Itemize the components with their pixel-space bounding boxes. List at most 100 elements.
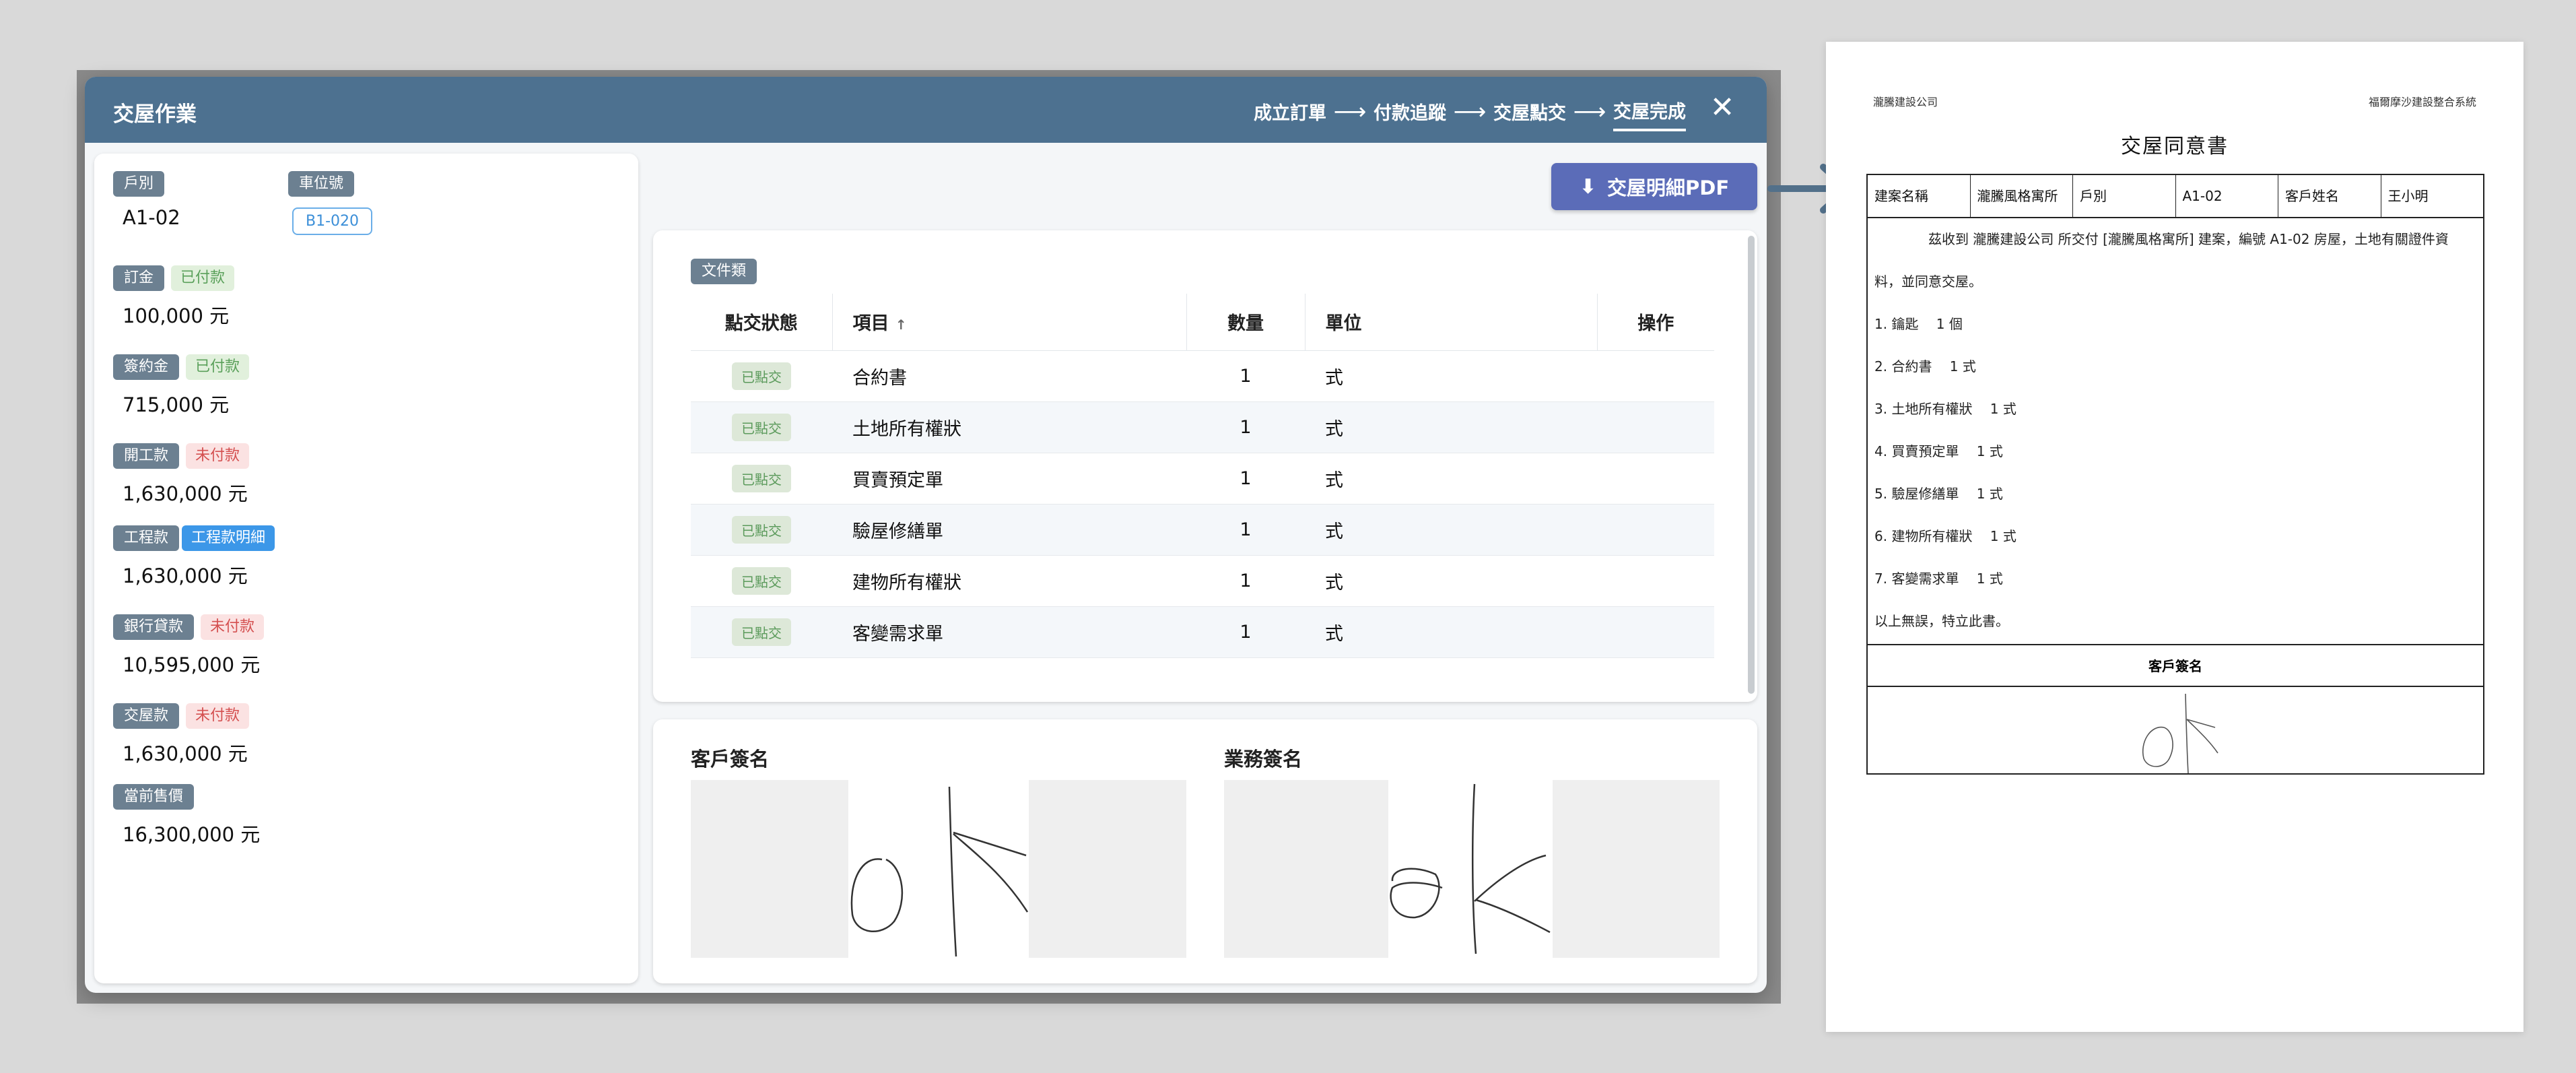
status-badge: 已點交 bbox=[732, 566, 791, 595]
table-row: 已點交 客變需求單 1 式 bbox=[691, 606, 1714, 658]
status-badge: 已點交 bbox=[732, 413, 791, 441]
item-name: 客變需求單 bbox=[832, 606, 1186, 658]
document-closing: 以上無誤，特立此書。 bbox=[1874, 613, 2009, 629]
col-header-unit[interactable]: 單位 bbox=[1304, 294, 1597, 351]
col-header-item-label: 項目 bbox=[852, 313, 889, 335]
document-frame: 建案名稱 瀧騰風格寓所 戶別 A1-02 客戶姓名 王小明 茲收到 瀧騰建設公司… bbox=[1866, 174, 2484, 775]
sales-signature-pad[interactable] bbox=[1224, 780, 1720, 958]
scrollbar[interactable] bbox=[1748, 236, 1755, 694]
parking-code[interactable]: B1-020 bbox=[292, 207, 373, 235]
unit-label: 戶別 bbox=[113, 171, 165, 197]
payment-label: 訂金 bbox=[113, 265, 165, 291]
signature-card: 客戶簽名 業務簽名 bbox=[653, 719, 1757, 983]
payment-construction: 工程款 工程款明細 1,630,000 元 bbox=[113, 525, 275, 589]
col-header-item[interactable]: 項目 ↑ bbox=[832, 294, 1186, 351]
document-body: 茲收到 瀧騰建設公司 所交付 [瀧騰風格寓所] 建案，編號 A1-02 房屋，土… bbox=[1874, 218, 2478, 643]
item-name: 土地所有權狀 bbox=[832, 401, 1186, 453]
item-name: 合約書 bbox=[832, 350, 1186, 402]
item-actions bbox=[1597, 555, 1714, 607]
document-title: 交屋同意書 bbox=[2121, 135, 2229, 158]
document-item: 1. 鑰匙 1 個 bbox=[1874, 316, 1963, 332]
status-badge: 已點交 bbox=[732, 464, 791, 492]
payment-label: 銀行貸款 bbox=[113, 614, 195, 640]
document-company: 瀧騰建設公司 bbox=[1873, 96, 1938, 108]
parking-label: 車位號 bbox=[288, 171, 355, 197]
document-intro-cont: 料，並同意交屋。 bbox=[1874, 273, 1982, 290]
payment-bank-loan: 銀行貸款 未付款 10,595,000 元 bbox=[113, 614, 265, 678]
export-pdf-label: 交屋明細PDF bbox=[1607, 176, 1730, 199]
item-unit: 式 bbox=[1305, 504, 1597, 556]
construction-detail-button[interactable]: 工程款明細 bbox=[182, 525, 275, 551]
status-badge: 已付款 bbox=[186, 354, 250, 380]
export-pdf-button[interactable]: ⬇ 交屋明細PDF bbox=[1551, 163, 1757, 210]
step-create-order[interactable]: 成立訂單 bbox=[1254, 98, 1326, 130]
document-info-row: 建案名稱 瀧騰風格寓所 戶別 A1-02 客戶姓名 王小明 bbox=[1868, 175, 2483, 218]
table-row: 已點交 建物所有權狀 1 式 bbox=[691, 555, 1714, 607]
close-icon[interactable]: ✕ bbox=[1706, 92, 1738, 124]
sort-ascending-icon[interactable]: ↑ bbox=[895, 317, 907, 333]
document-item: 4. 買賣預定單 1 式 bbox=[1874, 443, 2003, 459]
item-qty: 1 bbox=[1186, 606, 1305, 658]
documents-card: 文件類 點交狀態 項目 ↑ 數量 單位 操作 已點交 合約書 1 式 已點交 土… bbox=[653, 230, 1757, 702]
step-handover-complete[interactable]: 交屋完成 bbox=[1613, 97, 1686, 131]
step-arrow-icon: ⟶ bbox=[1573, 98, 1606, 125]
payment-amount: 10,595,000 元 bbox=[123, 653, 261, 676]
download-icon: ⬇ bbox=[1579, 174, 1596, 199]
item-unit: 式 bbox=[1305, 401, 1597, 453]
sales-signature-image bbox=[1388, 780, 1553, 958]
item-actions bbox=[1597, 401, 1714, 453]
sales-signature-label: 業務簽名 bbox=[1224, 748, 1303, 771]
table-row: 已點交 驗屋修繕單 1 式 bbox=[691, 504, 1714, 556]
documents-chip: 文件類 bbox=[691, 259, 757, 284]
status-badge: 未付款 bbox=[186, 443, 250, 469]
document-system-name: 福爾摩沙建設整合系統 bbox=[2368, 96, 2476, 108]
status-badge: 未付款 bbox=[186, 703, 250, 729]
table-row: 已點交 買賣預定單 1 式 bbox=[691, 453, 1714, 505]
modal-title: 交屋作業 bbox=[113, 102, 197, 127]
payment-label: 工程款 bbox=[113, 525, 180, 551]
item-qty: 1 bbox=[1186, 453, 1305, 505]
col-header-status[interactable]: 點交狀態 bbox=[691, 294, 832, 351]
payment-amount: 1,630,000 元 bbox=[123, 482, 248, 505]
unit-field: 戶別 A1-02 bbox=[113, 171, 180, 229]
step-handover-check[interactable]: 交屋點交 bbox=[1493, 98, 1566, 130]
current-price: 當前售價 16,300,000 元 bbox=[113, 784, 260, 847]
payment-label: 交屋款 bbox=[113, 703, 180, 729]
status-badge: 已點交 bbox=[732, 618, 791, 646]
payment-label: 簽約金 bbox=[113, 354, 180, 380]
document-intro: 茲收到 瀧騰建設公司 所交付 [瀧騰風格寓所] 建案，編號 A1-02 房屋，土… bbox=[1928, 231, 2449, 247]
customer-signature-image bbox=[848, 780, 1029, 958]
item-qty: 1 bbox=[1186, 401, 1305, 453]
item-actions bbox=[1597, 606, 1714, 658]
item-actions bbox=[1597, 504, 1714, 556]
info-customer-label: 客戶姓名 bbox=[2278, 175, 2381, 217]
item-unit: 式 bbox=[1305, 350, 1597, 402]
payment-amount: 16,300,000 元 bbox=[123, 823, 261, 846]
info-unit-label: 戶別 bbox=[2073, 175, 2176, 217]
table-row: 已點交 合約書 1 式 bbox=[691, 350, 1714, 402]
unit-value: A1-02 bbox=[123, 206, 180, 229]
info-customer-value: 王小明 bbox=[2387, 188, 2429, 204]
item-actions bbox=[1597, 453, 1714, 505]
status-badge: 已點交 bbox=[732, 515, 791, 544]
document-item: 7. 客變需求單 1 式 bbox=[1874, 571, 2003, 587]
progress-steps: 成立訂單 ⟶ 付款追蹤 ⟶ 交屋點交 ⟶ 交屋完成 bbox=[1254, 97, 1686, 131]
document-item: 5. 驗屋修繕單 1 式 bbox=[1874, 486, 2003, 502]
customer-signature-label: 客戶簽名 bbox=[691, 748, 770, 771]
item-unit: 式 bbox=[1305, 606, 1597, 658]
step-payment-tracking[interactable]: 付款追蹤 bbox=[1374, 98, 1446, 130]
step-arrow-icon: ⟶ bbox=[1453, 98, 1487, 125]
col-header-qty[interactable]: 數量 bbox=[1186, 294, 1305, 351]
unit-info-panel: 戶別 A1-02 車位號 B1-020 訂金 已付款 100,000 元 簽約金已… bbox=[94, 154, 638, 983]
status-badge: 已付款 bbox=[171, 265, 235, 291]
payment-signing: 簽約金 已付款 715,000 元 bbox=[113, 354, 250, 418]
payment-amount: 1,630,000 元 bbox=[123, 742, 248, 765]
item-name: 建物所有權狀 bbox=[832, 555, 1186, 607]
documents-table: 點交狀態 項目 ↑ 數量 單位 操作 已點交 合約書 1 式 已點交 土地所有權… bbox=[691, 294, 1714, 658]
info-project-label: 建案名稱 bbox=[1868, 175, 1971, 217]
info-unit-value: A1-02 bbox=[2176, 175, 2278, 217]
modal-header: 交屋作業 成立訂單 ⟶ 付款追蹤 ⟶ 交屋點交 ⟶ 交屋完成 ✕ bbox=[85, 77, 1767, 143]
customer-signature-pad[interactable] bbox=[691, 780, 1186, 958]
item-actions bbox=[1597, 350, 1714, 402]
document-signature-image bbox=[1868, 688, 2483, 775]
